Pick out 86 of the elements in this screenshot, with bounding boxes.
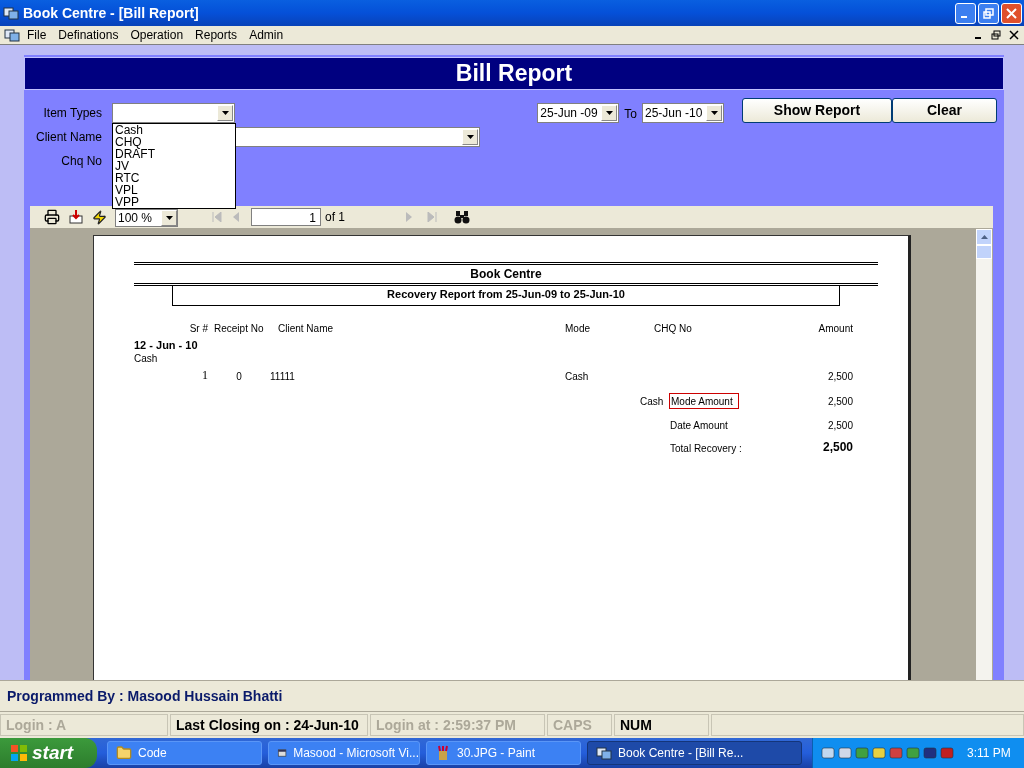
item-types-label: Item Types	[42, 105, 102, 122]
list-option[interactable]: VPL	[113, 184, 235, 196]
status-panel: Login : A	[0, 714, 168, 736]
close-icon	[1009, 30, 1019, 40]
restore-icon	[991, 30, 1001, 40]
group-date: 12 - Jun - 10	[134, 338, 199, 352]
menu-item[interactable]: Operation	[127, 26, 187, 44]
column-header: Client Name	[278, 322, 335, 335]
show-report-button[interactable]: Show Report	[742, 98, 892, 123]
menu-item[interactable]: Reports	[192, 26, 241, 44]
restore-button[interactable]	[988, 28, 1004, 42]
client-name-label: Client Name	[34, 129, 102, 146]
folder-icon	[116, 745, 132, 761]
table-cell-text: 2,500	[826, 370, 853, 384]
app-icon	[596, 745, 612, 761]
item-types-dropdown[interactable]	[112, 103, 235, 123]
column-header: CHQ No	[654, 322, 693, 335]
start-button[interactable]: start	[0, 738, 97, 768]
scroll-thumb[interactable]	[976, 245, 992, 259]
window-title: Book Centre - [Bill Report]	[23, 3, 199, 23]
paint-brushes-icon	[435, 745, 451, 761]
taskbar-button[interactable]: Code	[107, 741, 262, 765]
status-panel: Last Closing on : 24-Jun-10	[170, 714, 368, 736]
column-header: Amount	[817, 322, 853, 335]
column-header: Receipt No	[213, 322, 265, 335]
status-panel: NUM	[614, 714, 709, 736]
export-icon[interactable]	[68, 209, 84, 225]
group-mode: Cash	[134, 352, 159, 366]
menu-item[interactable]: File	[24, 26, 50, 44]
taskbar-button[interactable]: Masood - Microsoft Vi...	[268, 741, 420, 765]
to-label: To	[624, 106, 637, 123]
summary-amount: 2,500	[826, 394, 853, 409]
report-title: Book Centre	[469, 266, 543, 283]
close-button[interactable]	[1006, 28, 1022, 42]
list-option[interactable]: VPP	[113, 196, 235, 208]
list-option[interactable]: CHQ	[113, 136, 235, 148]
table-cell-text: 11111	[270, 370, 296, 384]
tray-icon[interactable]	[872, 746, 886, 760]
chq-no-label: Chq No	[60, 153, 102, 170]
summary-amount: 2,500	[821, 439, 853, 456]
table-cell-text: 0	[235, 370, 243, 384]
list-option[interactable]: DRAFT	[113, 148, 235, 160]
lightning-icon[interactable]	[92, 209, 107, 225]
clear-button[interactable]: Clear	[892, 98, 997, 123]
document-icon	[4, 27, 20, 43]
status-panel: Login at : 2:59:37 PM	[370, 714, 545, 736]
zoom-dropdown[interactable]: 100 %	[115, 209, 178, 227]
scrollbar[interactable]	[976, 229, 992, 680]
table-cell-text: Cash	[565, 370, 590, 384]
summary-label: Date Amount	[670, 419, 728, 432]
tray-icon[interactable]	[838, 746, 852, 760]
list-option[interactable]: RTC	[113, 172, 235, 184]
summary-mode: Cash	[640, 394, 665, 409]
status-panel: CAPS	[547, 714, 612, 736]
taskbar-button[interactable]: Book Centre - [Bill Re...	[587, 741, 802, 765]
list-option[interactable]: JV	[113, 160, 235, 172]
minimize-icon	[961, 16, 967, 18]
tray-icon[interactable]	[940, 746, 954, 760]
date-to-picker[interactable]: 25-Jun -10	[642, 103, 724, 123]
date-from-picker[interactable]: 25-Jun -09	[537, 103, 620, 123]
summary-label: Mode Amount	[669, 393, 739, 409]
column-header: Sr #	[188, 322, 208, 335]
table-cell-text: 1	[201, 367, 208, 384]
restore-button[interactable]	[978, 2, 999, 24]
page-number-field[interactable]: 1	[251, 208, 321, 226]
minimize-icon	[975, 37, 981, 39]
binoculars-icon[interactable]	[454, 210, 470, 224]
menu-item[interactable]: Definations	[55, 26, 122, 44]
taskbar-button[interactable]: 30.JPG - Paint	[426, 741, 581, 765]
form-heading: Bill Report	[455, 59, 573, 89]
tray-icon[interactable]	[923, 746, 937, 760]
tray-icon[interactable]	[821, 746, 835, 760]
list-option[interactable]: Cash	[113, 124, 235, 136]
windows-logo-icon	[10, 744, 28, 762]
close-icon	[1006, 7, 1017, 19]
column-header: Mode	[565, 322, 591, 335]
menu-item[interactable]: Admin	[246, 26, 287, 44]
page-count: of 1	[325, 209, 345, 226]
report-subtitle: Recovery Report from 25-Jun-09 to 25-Jun-10	[172, 286, 840, 306]
print-icon[interactable]	[44, 209, 60, 225]
clock: 3:11 PM	[967, 745, 1011, 762]
footer-credit: Programmed By : Masood Hussain Bhatti	[7, 686, 283, 706]
restore-icon	[983, 7, 994, 19]
app-icon	[3, 5, 19, 21]
summary-label: Total Recovery :	[670, 442, 742, 456]
summary-amount: 2,500	[826, 419, 853, 432]
